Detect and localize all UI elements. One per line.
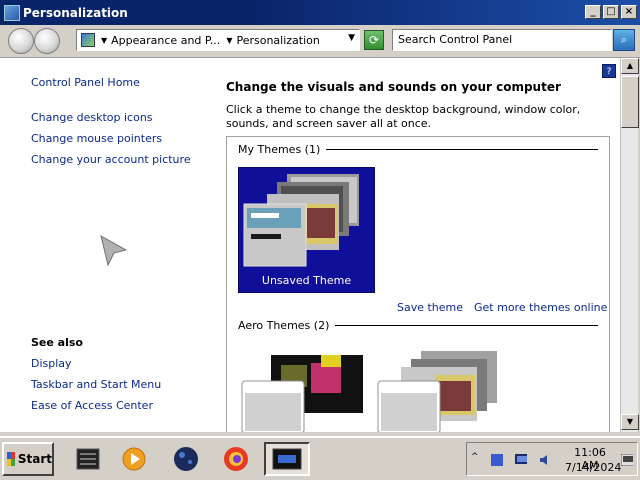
search-icon[interactable]: ⌕ (613, 29, 635, 51)
back-button[interactable] (8, 28, 34, 54)
control-panel-icon (81, 33, 95, 47)
my-themes-label: My Themes (1) (238, 143, 321, 156)
window-title: Personalization (23, 5, 128, 20)
group-divider (326, 149, 598, 150)
task-pane: Control Panel Home Change desktop icons … (0, 58, 215, 432)
breadcrumb-separator-icon: ▼ (101, 35, 108, 45)
breadcrumb-personalization[interactable]: Personalization (236, 34, 319, 47)
clock-date[interactable]: 7/14/2024 (565, 461, 621, 474)
globe-icon (174, 447, 198, 471)
search-input[interactable]: Search Control Panel (392, 29, 612, 51)
aero-theme-1-preview[interactable] (241, 353, 371, 432)
control-panel-home-link[interactable]: Control Panel Home (31, 76, 140, 89)
firefox-icon (224, 447, 248, 471)
forward-button[interactable] (34, 28, 60, 54)
refresh-icon[interactable]: ⟳ (364, 30, 384, 50)
save-theme-link[interactable]: Save theme (397, 301, 463, 314)
network-icon[interactable] (491, 454, 503, 466)
help-icon[interactable]: ? (602, 64, 616, 78)
taskbar-app-2[interactable] (114, 442, 154, 476)
unsaved-theme-tile[interactable]: Unsaved Theme (238, 167, 375, 293)
scroll-down-icon[interactable]: ▼ (621, 414, 639, 430)
unsaved-theme-label: Unsaved Theme (261, 274, 352, 287)
terminal-icon (76, 448, 100, 470)
see-also-heading: See also (31, 336, 83, 349)
mouse-pointer-icon (100, 235, 128, 267)
aero-themes-group: Aero Themes (2) (238, 319, 598, 332)
aero-themes-label: Aero Themes (2) (238, 319, 330, 332)
breadcrumb-appearance[interactable]: Appearance and P... (111, 34, 220, 47)
themes-list: My Themes (1) Unsaved Theme Save theme G… (226, 136, 610, 432)
my-themes-group: My Themes (1) (238, 143, 598, 156)
group-divider (335, 325, 598, 326)
display-link[interactable]: Display (31, 357, 72, 370)
change-mouse-pointers-link[interactable]: Change mouse pointers (31, 132, 162, 145)
page-title: Change the visuals and sounds on your co… (226, 80, 561, 94)
maximize-button[interactable]: □ (603, 5, 619, 19)
taskbar-app-personalization[interactable] (264, 442, 310, 476)
breadcrumb-separator-icon: ▼ (226, 35, 233, 45)
notification-area: ^ 11:06 AM 7/14/2024 (466, 442, 638, 476)
minimize-button[interactable]: _ (585, 5, 601, 19)
ease-of-access-link[interactable]: Ease of Access Center (31, 399, 153, 412)
window-controls: _ □ × (585, 5, 637, 19)
change-account-picture-link[interactable]: Change your account picture (31, 153, 191, 166)
monitor-icon[interactable] (515, 454, 527, 466)
page-description: Click a theme to change the desktop back… (226, 103, 581, 130)
main-pane: ? Change the visuals and sounds on your … (226, 58, 620, 432)
address-bar[interactable]: ▼ Appearance and P... ▼ Personalization … (76, 29, 360, 51)
theme-preview-image (243, 174, 359, 267)
navigation-bar: ▼ Appearance and P... ▼ Personalization … (0, 25, 640, 58)
get-more-themes-link[interactable]: Get more themes online (474, 301, 607, 314)
media-player-icon (122, 447, 146, 471)
aero-theme-2-preview[interactable] (377, 347, 507, 432)
change-desktop-icons-link[interactable]: Change desktop icons (31, 111, 153, 124)
title-bar: Personalization _ □ × (0, 0, 640, 25)
close-button[interactable]: × (621, 5, 637, 19)
start-button[interactable]: Start (2, 442, 54, 476)
display-settings-icon (272, 448, 302, 470)
content-area: Control Panel Home Change desktop icons … (0, 58, 620, 432)
taskbar-app-4[interactable] (216, 442, 256, 476)
taskbar-app-1[interactable] (68, 442, 108, 476)
taskbar-start-menu-link[interactable]: Taskbar and Start Menu (31, 378, 161, 391)
control-panel-icon (4, 4, 20, 21)
vertical-scrollbar[interactable]: ▲ ▼ (620, 58, 639, 432)
taskbar: Start ^ 11:06 AM 7/14/2024 (0, 436, 640, 480)
scrollbar-thumb[interactable] (621, 76, 639, 128)
chevron-down-icon[interactable]: ▼ (348, 33, 355, 43)
show-hidden-icons-icon[interactable]: ^ (471, 452, 483, 464)
taskbar-app-3[interactable] (166, 442, 206, 476)
start-label: Start (17, 452, 52, 466)
volume-icon[interactable] (539, 454, 551, 466)
windows-logo-icon (7, 452, 15, 466)
scroll-up-icon[interactable]: ▲ (621, 58, 639, 74)
show-desktop-icon[interactable] (621, 454, 633, 466)
